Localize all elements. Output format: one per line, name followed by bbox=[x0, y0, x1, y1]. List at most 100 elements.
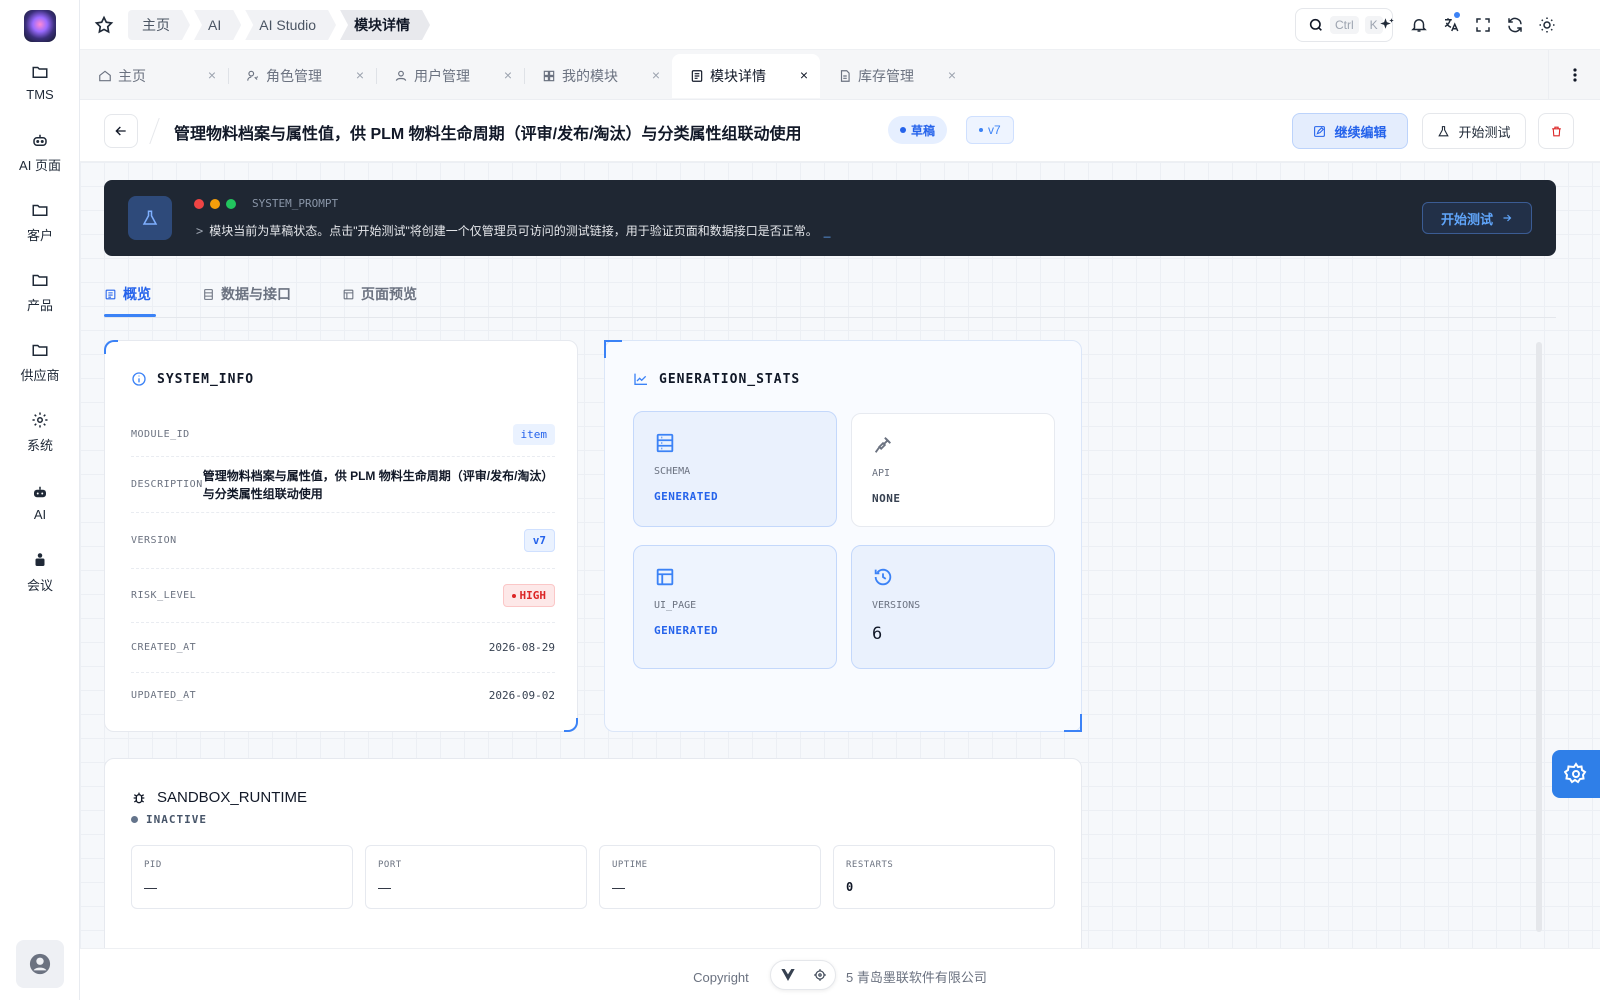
tab-close-icon[interactable]: × bbox=[948, 67, 956, 83]
home-icon bbox=[99, 70, 111, 82]
stat-ui-page[interactable]: UI_PAGE GENERATED bbox=[633, 545, 837, 669]
sidebar-item-label: 供应商 bbox=[20, 367, 60, 383]
tab-close-icon[interactable]: × bbox=[356, 67, 364, 83]
sidebar-item-tms[interactable]: TMS bbox=[0, 52, 80, 112]
page-header: 管理物料档案与属性值，供 PLM 物料生命周期（评审/发布/淘汰）与分类属性组联… bbox=[80, 100, 1600, 162]
tab-user-management[interactable]: 用户管理 × bbox=[376, 54, 524, 98]
status-badge: 草稿 bbox=[888, 116, 948, 144]
app-logo[interactable] bbox=[24, 10, 56, 42]
trash-icon bbox=[1551, 126, 1561, 136]
doc-icon bbox=[691, 70, 703, 82]
meeting-icon bbox=[35, 552, 45, 566]
tab-label: 主页 bbox=[118, 68, 146, 84]
module-id-tag: item bbox=[512, 424, 555, 445]
bell-icon[interactable] bbox=[1410, 16, 1428, 34]
overview-icon bbox=[105, 289, 116, 299]
layout-icon bbox=[656, 568, 674, 586]
runtime-port: PORT — bbox=[365, 845, 587, 909]
tab-more-button[interactable] bbox=[1548, 50, 1600, 100]
tab-overview[interactable]: 概览 bbox=[104, 284, 151, 304]
breadcrumb-item[interactable]: 主页 bbox=[128, 10, 190, 40]
banner-start-test-button[interactable]: 开始测试 bbox=[1422, 202, 1532, 234]
arrow-left-icon bbox=[115, 126, 126, 136]
sidebar-item-customers[interactable]: 客户 bbox=[0, 192, 80, 252]
card-corner bbox=[104, 340, 118, 354]
tab-page-preview[interactable]: 页面预览 bbox=[342, 284, 417, 304]
tab-close-icon[interactable]: × bbox=[652, 67, 660, 83]
user-icon bbox=[395, 70, 407, 81]
sun-icon[interactable] bbox=[1538, 16, 1556, 34]
tab-label: 我的模块 bbox=[562, 68, 618, 84]
gear-icon bbox=[32, 412, 48, 427]
tab-close-icon[interactable]: × bbox=[504, 67, 512, 83]
back-button[interactable] bbox=[104, 114, 138, 148]
continue-edit-button[interactable]: 继续编辑 bbox=[1292, 113, 1408, 149]
breadcrumb-item[interactable]: AI Studio bbox=[245, 10, 336, 40]
tab-label: 库存管理 bbox=[858, 68, 914, 84]
target-icon[interactable] bbox=[813, 968, 827, 982]
stat-api[interactable]: API NONE bbox=[851, 413, 1055, 527]
tab-my-modules[interactable]: 我的模块 × bbox=[524, 54, 672, 98]
sidebar-item-label: 会议 bbox=[26, 577, 53, 593]
flask-icon bbox=[1438, 125, 1450, 136]
tab-data-api[interactable]: 数据与接口 bbox=[202, 284, 291, 304]
flask-icon-box bbox=[128, 196, 172, 240]
window-dots bbox=[194, 199, 236, 209]
active-tab-indicator bbox=[104, 314, 156, 317]
tab-bar: 主页 × 角色管理 × 用户管理 × 我的模块 × 模块详情 × 库存管理 × bbox=[80, 50, 1600, 100]
robot-icon bbox=[33, 134, 47, 146]
sidebar-item-system[interactable]: 系统 bbox=[0, 402, 80, 462]
tab-close-icon[interactable]: × bbox=[800, 67, 808, 83]
version-tag: v7 bbox=[523, 529, 555, 552]
info-icon bbox=[132, 372, 146, 386]
folder-icon bbox=[32, 274, 48, 286]
tab-module-detail[interactable]: 模块详情 × bbox=[672, 54, 820, 98]
sandbox-status: INACTIVE bbox=[131, 813, 207, 826]
avatar[interactable] bbox=[16, 940, 64, 988]
tab-close-icon[interactable]: × bbox=[208, 67, 216, 83]
info-row-version: VERSION v7 bbox=[131, 513, 555, 569]
top-header: 主页 AI AI Studio 模块详情 Ctrl K bbox=[80, 0, 1600, 50]
arrow-right-icon bbox=[1503, 214, 1512, 222]
breadcrumb: 主页 AI AI Studio 模块详情 bbox=[128, 10, 434, 40]
settings-float-button[interactable] bbox=[1552, 750, 1600, 798]
version-badge: v7 bbox=[966, 116, 1014, 144]
tab-role-management[interactable]: 角色管理 × bbox=[228, 54, 376, 98]
refresh-icon[interactable] bbox=[1506, 16, 1524, 34]
card-corner bbox=[564, 718, 578, 732]
flask-icon bbox=[142, 210, 158, 225]
star-icon[interactable] bbox=[94, 15, 114, 35]
grid-icon bbox=[543, 70, 555, 82]
sidebar-item-label: TMS bbox=[26, 86, 54, 102]
system-info-card: SYSTEM_INFO MODULE_ID item DESCRIPTION 管… bbox=[104, 340, 578, 732]
delete-button[interactable] bbox=[1538, 113, 1574, 149]
stat-versions[interactable]: VERSIONS 6 bbox=[851, 545, 1055, 669]
translate-icon[interactable] bbox=[1442, 16, 1460, 34]
tab-inventory[interactable]: 库存管理 × bbox=[820, 54, 968, 98]
start-test-button[interactable]: 开始测试 bbox=[1422, 113, 1526, 149]
tab-label: 用户管理 bbox=[414, 68, 470, 84]
folder-icon bbox=[32, 344, 48, 356]
breadcrumb-item[interactable]: AI bbox=[194, 10, 241, 40]
info-row-updated-at: UPDATED_AT 2026-09-02 bbox=[131, 688, 555, 702]
system-info-title: SYSTEM_INFO bbox=[131, 371, 254, 387]
sidebar-item-suppliers[interactable]: 供应商 bbox=[0, 332, 80, 392]
sparkle-icon[interactable] bbox=[1378, 16, 1396, 34]
sidebar-item-ai-page[interactable]: AI 页面 bbox=[0, 122, 80, 182]
card-corner bbox=[604, 340, 622, 358]
vue-logo-icon[interactable] bbox=[780, 968, 796, 982]
floating-toolbar bbox=[770, 960, 836, 990]
chart-line-icon bbox=[634, 373, 647, 385]
database-icon bbox=[656, 433, 674, 453]
search-icon bbox=[1309, 18, 1322, 31]
stat-schema[interactable]: SCHEMA GENERATED bbox=[633, 411, 837, 527]
main-content: SYSTEM_PROMPT > 模块当前为草稿状态。点击"开始测试"将创建一个仅… bbox=[80, 162, 1600, 948]
sidebar: TMS AI 页面 客户 产品 供应商 系统 AI 会议 bbox=[0, 0, 80, 1000]
fullscreen-icon[interactable] bbox=[1474, 16, 1492, 34]
sidebar-item-products[interactable]: 产品 bbox=[0, 262, 80, 322]
sidebar-item-ai[interactable]: AI bbox=[0, 472, 80, 532]
system-prompt-banner: SYSTEM_PROMPT > 模块当前为草稿状态。点击"开始测试"将创建一个仅… bbox=[104, 180, 1556, 256]
scrollbar[interactable] bbox=[1536, 342, 1542, 932]
tab-home[interactable]: 主页 × bbox=[80, 54, 228, 98]
sidebar-item-meeting[interactable]: 会议 bbox=[0, 542, 80, 602]
